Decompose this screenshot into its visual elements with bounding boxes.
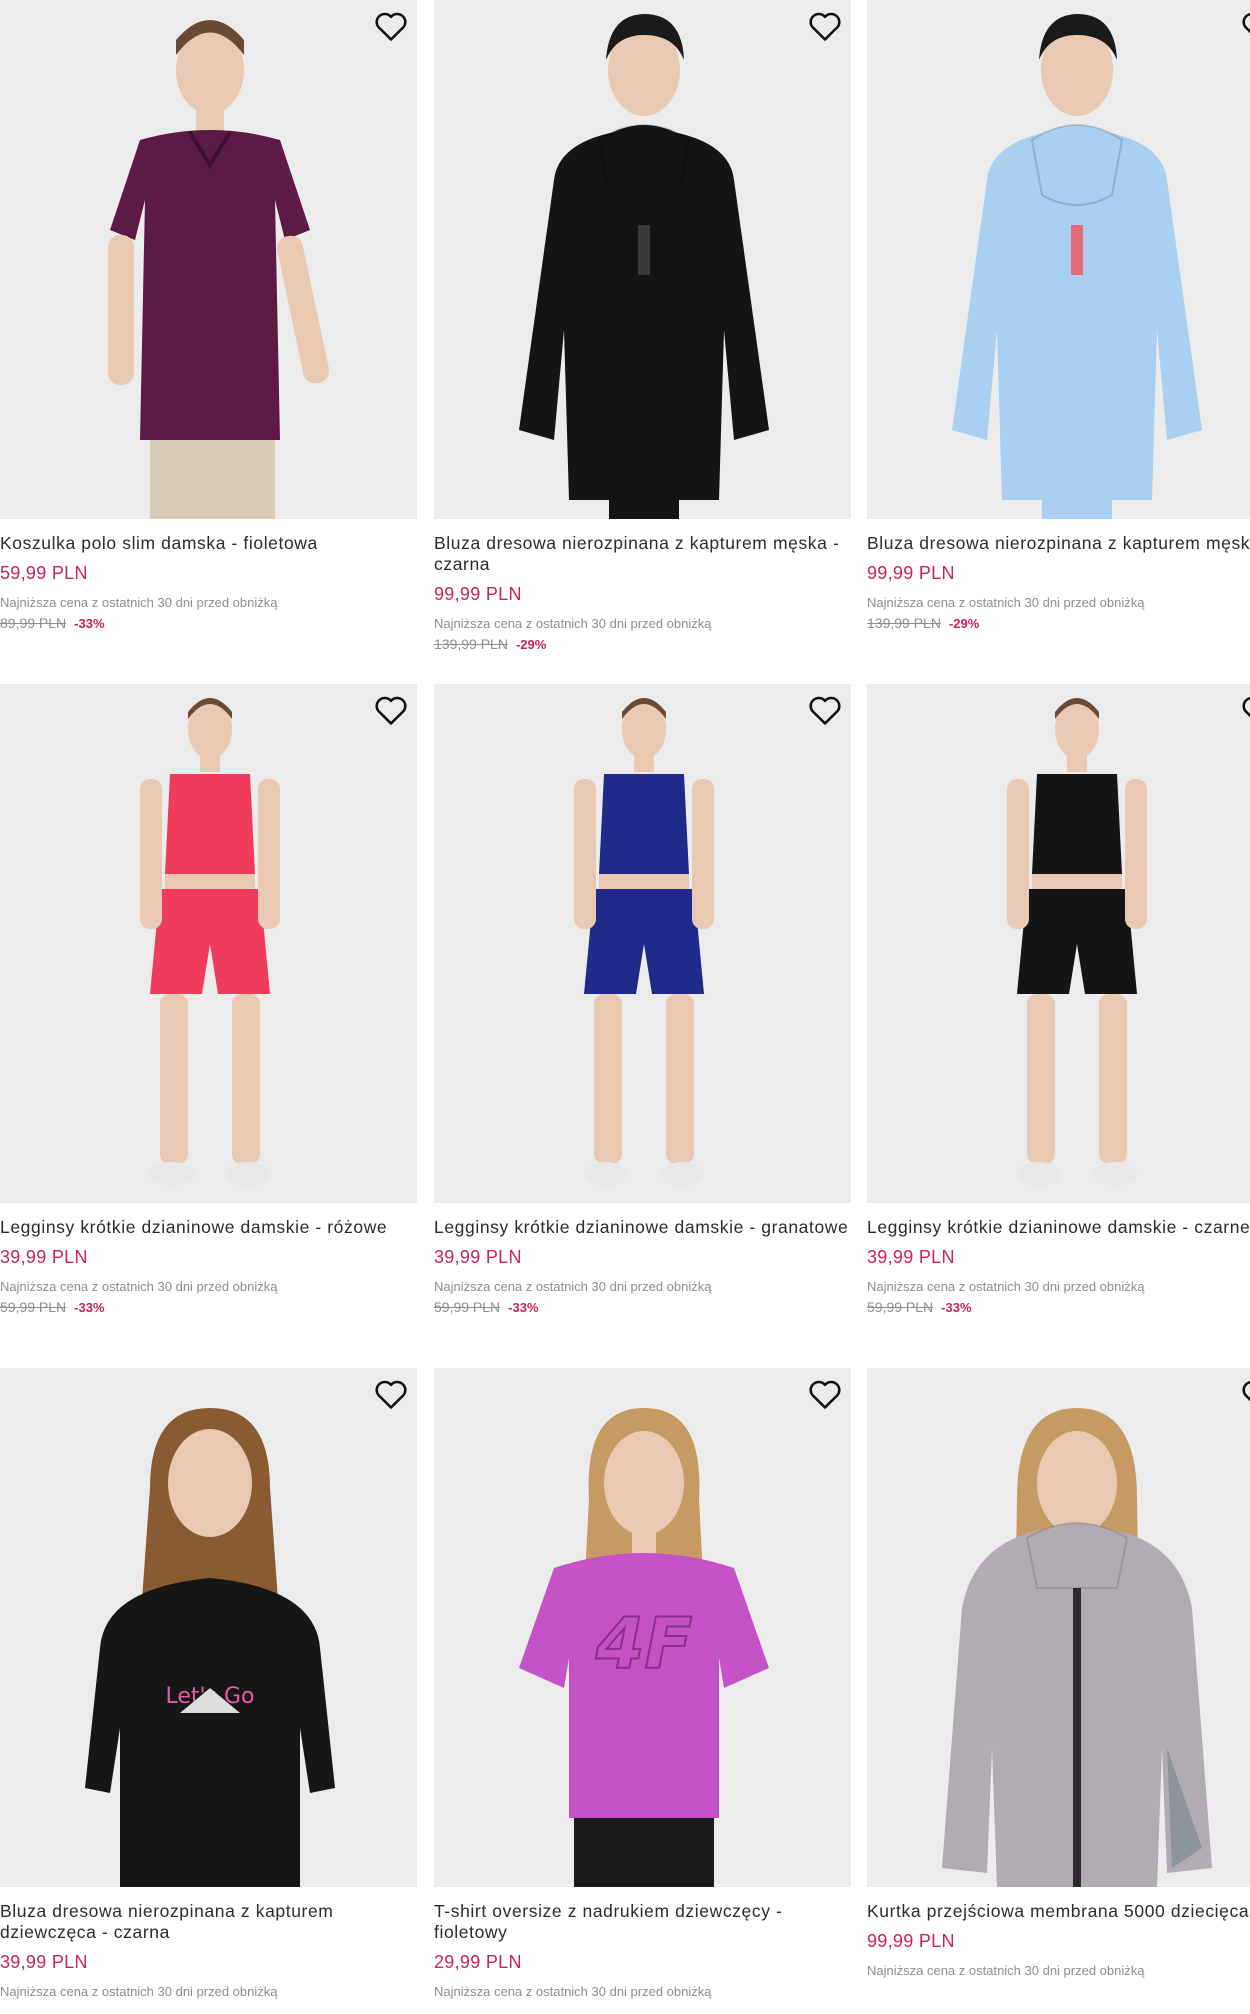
heart-outline-icon[interactable] bbox=[807, 1376, 843, 1412]
heart-outline-icon[interactable] bbox=[1240, 8, 1250, 44]
svg-text:4F: 4F bbox=[595, 1603, 693, 1685]
product-card[interactable]: Bluza dresowa nierozpinana z kapturem mę… bbox=[434, 0, 851, 652]
heart-outline-icon[interactable] bbox=[807, 8, 843, 44]
product-card[interactable]: Kurtka przejściowa membrana 5000 dziecię… bbox=[867, 1368, 1250, 1978]
product-image[interactable] bbox=[867, 1368, 1250, 1887]
old-price: 59,99 PLN bbox=[0, 1299, 67, 1315]
product-grid: Koszulka polo slim damska - fioletowa 59… bbox=[0, 0, 1250, 2014]
product-price: 59,99 PLN bbox=[0, 563, 88, 583]
product-card[interactable]: 4F T-shirt oversize z nadrukiem dziewczę… bbox=[434, 1368, 851, 1999]
product-name[interactable]: T-shirt oversize z nadrukiem dziewczęcy … bbox=[434, 1901, 851, 1943]
product-image[interactable] bbox=[434, 0, 851, 519]
old-price: 89,99 PLN bbox=[0, 615, 67, 631]
lowest-price-label: Najniższa cena z ostatnich 30 dni przed … bbox=[867, 595, 1145, 610]
discount-badge: -29% bbox=[515, 637, 547, 652]
product-name[interactable]: Koszulka polo slim damska - fioletowa bbox=[0, 533, 417, 554]
lowest-price-label: Najniższa cena z ostatnich 30 dni przed … bbox=[0, 595, 278, 610]
heart-outline-icon[interactable] bbox=[1240, 692, 1250, 728]
product-price: 29,99 PLN bbox=[434, 1952, 522, 1972]
product-card[interactable]: Legginsy krótkie dzianinowe damskie - ró… bbox=[0, 684, 417, 1315]
old-price: 59,99 PLN bbox=[867, 1299, 934, 1315]
discount-badge: -29% bbox=[948, 616, 980, 631]
discount-badge: -33% bbox=[74, 1300, 105, 1315]
product-price: 39,99 PLN bbox=[0, 1247, 88, 1267]
heart-outline-icon[interactable] bbox=[373, 8, 409, 44]
lowest-price-label: Najniższa cena z ostatnich 30 dni przed … bbox=[867, 1279, 1145, 1294]
product-price: 99,99 PLN bbox=[434, 584, 522, 604]
product-name[interactable]: Bluza dresowa nierozpinana z kapturem dz… bbox=[0, 1901, 417, 1943]
product-card[interactable]: Legginsy krótkie dzianinowe damskie - gr… bbox=[434, 684, 851, 1315]
product-price: 99,99 PLN bbox=[867, 1931, 955, 1951]
product-name[interactable]: Legginsy krótkie dzianinowe damskie - ró… bbox=[0, 1217, 417, 1238]
product-price: 39,99 PLN bbox=[434, 1247, 522, 1267]
product-card[interactable]: Koszulka polo slim damska - fioletowa 59… bbox=[0, 0, 417, 631]
product-image[interactable] bbox=[867, 684, 1250, 1203]
discount-badge: -33% bbox=[941, 1300, 972, 1315]
product-price: 99,99 PLN bbox=[867, 563, 955, 583]
old-price-row: 59,99 PLN -33% bbox=[434, 1299, 851, 1315]
product-name[interactable]: Bluza dresowa nierozpinana z kapturem mę… bbox=[434, 533, 851, 575]
product-image[interactable] bbox=[867, 0, 1250, 519]
lowest-price-label: Najniższa cena z ostatnich 30 dni przed … bbox=[0, 1279, 278, 1294]
lowest-price-label: Najniższa cena z ostatnich 30 dni przed … bbox=[867, 1963, 1145, 1978]
product-card[interactable]: Bluza dresowa nierozpinana z kapturem mę… bbox=[867, 0, 1250, 631]
discount-badge: -33% bbox=[508, 1300, 539, 1315]
old-price-row: 89,99 PLN -33% bbox=[0, 615, 417, 631]
product-card[interactable]: Let's Go Bluza dresowa nierozpinana z ka… bbox=[0, 1368, 417, 1999]
product-name[interactable]: Kurtka przejściowa membrana 5000 dziecię… bbox=[867, 1901, 1250, 1922]
product-name[interactable]: Legginsy krótkie dzianinowe damskie - gr… bbox=[434, 1217, 851, 1238]
old-price-row: 59,99 PLN -33% bbox=[867, 1299, 1250, 1315]
old-price: 139,99 PLN bbox=[867, 615, 941, 631]
lowest-price-label: Najniższa cena z ostatnich 30 dni przed … bbox=[434, 616, 712, 631]
lowest-price-label: Najniższa cena z ostatnich 30 dni przed … bbox=[0, 1984, 278, 1999]
old-price-row: 59,99 PLN -33% bbox=[0, 1299, 417, 1315]
product-image[interactable]: 4F bbox=[434, 1368, 851, 1887]
lowest-price-label: Najniższa cena z ostatnich 30 dni przed … bbox=[434, 1984, 712, 1999]
heart-outline-icon[interactable] bbox=[373, 1376, 409, 1412]
product-name[interactable]: Bluza dresowa nierozpinana z kapturem mę… bbox=[867, 533, 1250, 554]
product-price: 39,99 PLN bbox=[867, 1247, 955, 1267]
product-image[interactable] bbox=[434, 684, 851, 1203]
old-price-row: 139,99 PLN -29% bbox=[867, 615, 1250, 631]
heart-outline-icon[interactable] bbox=[807, 692, 843, 728]
heart-outline-icon[interactable] bbox=[373, 692, 409, 728]
product-card[interactable]: Legginsy krótkie dzianinowe damskie - cz… bbox=[867, 684, 1250, 1315]
product-image[interactable] bbox=[0, 684, 417, 1203]
product-name[interactable]: Legginsy krótkie dzianinowe damskie - cz… bbox=[867, 1217, 1250, 1238]
old-price: 139,99 PLN bbox=[434, 636, 508, 652]
heart-outline-icon[interactable] bbox=[1240, 1376, 1250, 1412]
product-image[interactable]: Let's Go bbox=[0, 1368, 417, 1887]
product-image[interactable] bbox=[0, 0, 417, 519]
lowest-price-label: Najniższa cena z ostatnich 30 dni przed … bbox=[434, 1279, 712, 1294]
discount-badge: -33% bbox=[74, 616, 105, 631]
old-price: 59,99 PLN bbox=[434, 1299, 501, 1315]
old-price-row: 139,99 PLN -29% bbox=[434, 636, 851, 652]
product-price: 39,99 PLN bbox=[0, 1952, 88, 1972]
